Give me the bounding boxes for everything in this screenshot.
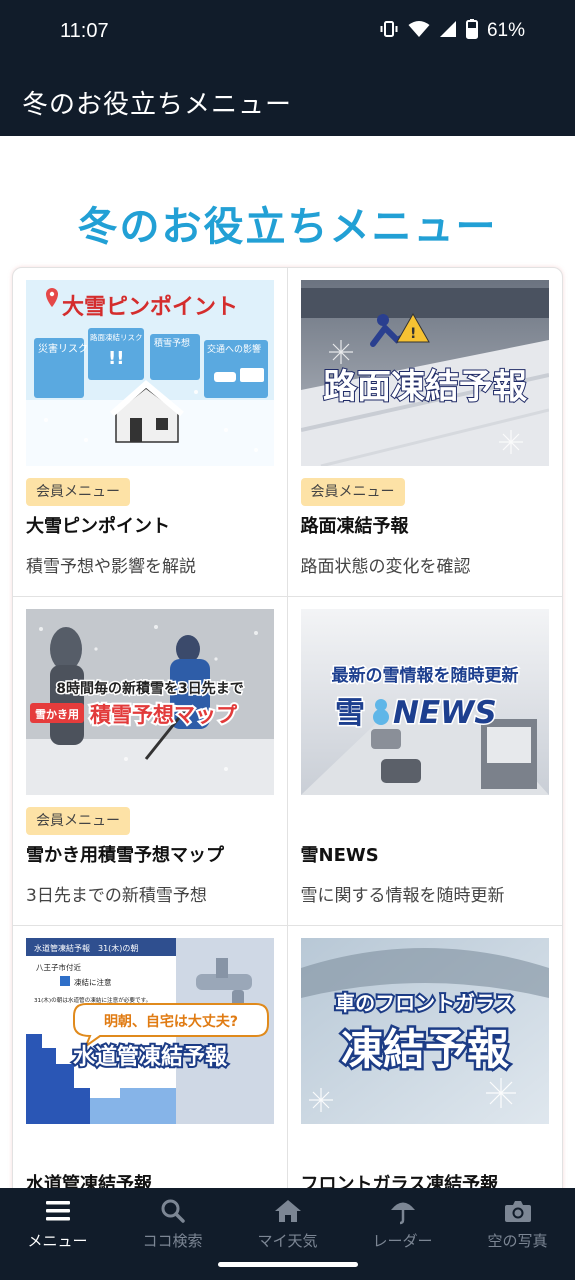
water-pipe-banner-caution: 凍結に注意	[74, 977, 112, 987]
menu-card-heavy-snow[interactable]: 大雪ピンポイント 災害リスク 路面凍結リスク !! 積雪予想 交通への影響 会員…	[13, 268, 288, 596]
heavy-snow-banner: 大雪ピンポイント 災害リスク 路面凍結リスク !! 積雪予想 交通への影響	[26, 280, 274, 466]
signal-icon	[439, 20, 457, 42]
home-icon	[230, 1196, 345, 1226]
member-menu-badge: 会員メニュー	[26, 807, 130, 835]
umbrella-icon	[345, 1196, 460, 1226]
nav-menu[interactable]: メニュー	[0, 1196, 115, 1251]
windshield-banner-subtitle: 車のフロントガラス	[335, 991, 515, 1015]
battery-percent: 61%	[486, 20, 525, 41]
water-pipe-banner-title: 水道管凍結予報	[73, 1044, 228, 1070]
water-pipe-banner-place: 八王子市付近	[36, 962, 81, 972]
heavy-snow-tag-traffic: 交通への影響	[207, 343, 261, 355]
water-pipe-banner-header: 水道管凍結予報 31(木)の朝	[34, 943, 138, 953]
heavy-snow-tag-disaster: 災害リスク	[38, 342, 88, 355]
status-icons: 61%	[379, 19, 525, 43]
snow-map-banner-tag: 雪かき用	[35, 708, 79, 721]
card-title: フロントガラス凍結予報	[300, 1174, 499, 1188]
card-title: 路面凍結予報	[300, 516, 409, 537]
road-freeze-banner-title: 路面凍結予報	[323, 367, 527, 407]
content-scroll-area[interactable]: 冬のお役立ちメニュー 大雪ピンポイント 災害リスク 路面凍結リスク !! 積雪予…	[0, 136, 575, 1188]
menu-card-road-freeze[interactable]: ! 路面凍結予報 会員メニュー 路面凍結予報 路面状態の変化を確認	[288, 268, 563, 596]
card-description: 雪に関する情報を随時更新	[300, 886, 505, 906]
snow-news-banner-subtitle: 最新の雪情報を随時更新	[331, 665, 518, 686]
menu-card-snow-news[interactable]: 最新の雪情報を随時更新 雪 NEWS 雪NEWS 雪に関する情報を随時更新	[288, 597, 563, 925]
heavy-snow-tag-road: 路面凍結リスク	[90, 332, 143, 342]
snow-news-banner: 最新の雪情報を随時更新 雪 NEWS	[300, 609, 549, 795]
menu-card-windshield-freeze[interactable]: 車のフロントガラス 凍結予報 フロントガラス凍結予報	[288, 926, 563, 1188]
heavy-snow-tag-snow: 積雪予想	[154, 337, 190, 349]
windshield-banner: 車のフロントガラス 凍結予報	[300, 938, 549, 1124]
snow-map-banner-subtitle: 8時間毎の新積雪を3日先まで	[56, 680, 243, 697]
water-pipe-banner-note: 31(木)の朝は水道管の凍結に注意が必要です。	[34, 996, 151, 1004]
card-title: 水道管凍結予報	[26, 1174, 152, 1188]
nav-sky-photos[interactable]: 空の写真	[460, 1196, 575, 1251]
menu-card-water-pipe-freeze[interactable]: 水道管凍結予報 31(木)の朝 八王子市付近 凍結に注意 31(木)の朝は水道管…	[13, 926, 288, 1188]
card-description: 3日先までの新積雪予想	[26, 886, 207, 906]
wifi-icon	[408, 20, 430, 42]
nav-radar-label: レーダー	[372, 1232, 433, 1250]
member-menu-badge: 会員メニュー	[26, 478, 130, 506]
heavy-snow-banner-header: 大雪ピンポイント	[62, 294, 238, 320]
menu-grid-row: 水道管凍結予報 31(木)の朝 八王子市付近 凍結に注意 31(木)の朝は水道管…	[13, 926, 562, 1188]
battery-icon	[465, 19, 478, 43]
road-freeze-banner: ! 路面凍結予報	[300, 280, 549, 466]
nav-search-label: ココ検索	[142, 1232, 203, 1250]
nav-menu-label: メニュー	[27, 1232, 88, 1250]
snow-map-banner: 8時間毎の新積雪を3日先まで 雪かき用 積雪予想マップ	[26, 609, 274, 795]
menu-card-snow-shoveling-map[interactable]: 8時間毎の新積雪を3日先まで 雪かき用 積雪予想マップ 会員メニュー 雪かき用積…	[13, 597, 288, 925]
svg-text:!!: !!	[108, 348, 124, 369]
vibrate-icon	[379, 19, 399, 43]
svg-text:!: !	[410, 326, 416, 342]
windshield-banner-title: 凍結予報	[340, 1025, 508, 1074]
water-pipe-banner: 水道管凍結予報 31(木)の朝 八王子市付近 凍結に注意 31(木)の朝は水道管…	[26, 938, 274, 1124]
nav-my-weather-label: マイ天気	[257, 1232, 318, 1250]
home-indicator[interactable]	[218, 1262, 358, 1267]
page-heading: 冬のお役立ちメニュー	[77, 204, 498, 250]
search-icon	[115, 1196, 230, 1226]
card-description: 積雪予想や影響を解説	[26, 557, 196, 577]
card-title: 大雪ピンポイント	[26, 516, 170, 537]
app-bar: 冬のお役立ちメニュー	[0, 64, 575, 136]
card-description: 路面状態の変化を確認	[300, 557, 471, 577]
snow-map-banner-title: 積雪予想マップ	[90, 703, 238, 727]
snow-news-logo-kanji: 雪	[335, 696, 365, 731]
snow-news-logo-text: NEWS	[393, 695, 497, 731]
camera-icon	[460, 1196, 575, 1226]
card-title: 雪NEWS	[300, 845, 379, 866]
nav-my-weather[interactable]: マイ天気	[230, 1196, 345, 1251]
status-time: 11:07	[60, 20, 109, 42]
nav-radar[interactable]: レーダー	[345, 1196, 460, 1251]
app-bar-title: 冬のお役立ちメニュー	[22, 90, 293, 120]
menu-icon	[0, 1196, 115, 1226]
member-menu-badge: 会員メニュー	[300, 478, 405, 506]
menu-grid-row: 大雪ピンポイント 災害リスク 路面凍結リスク !! 積雪予想 交通への影響 会員…	[13, 268, 562, 597]
water-pipe-banner-bubble: 明朝、自宅は大丈夫?	[104, 1013, 238, 1030]
card-title: 雪かき用積雪予想マップ	[26, 845, 224, 866]
nav-sky-photos-label: 空の写真	[487, 1232, 548, 1250]
menu-grid-row: 8時間毎の新積雪を3日先まで 雪かき用 積雪予想マップ 会員メニュー 雪かき用積…	[13, 597, 562, 926]
menu-grid: 大雪ピンポイント 災害リスク 路面凍結リスク !! 積雪予想 交通への影響 会員…	[12, 267, 563, 1188]
nav-search[interactable]: ココ検索	[115, 1196, 230, 1251]
status-bar: 11:07 61%	[0, 0, 575, 64]
